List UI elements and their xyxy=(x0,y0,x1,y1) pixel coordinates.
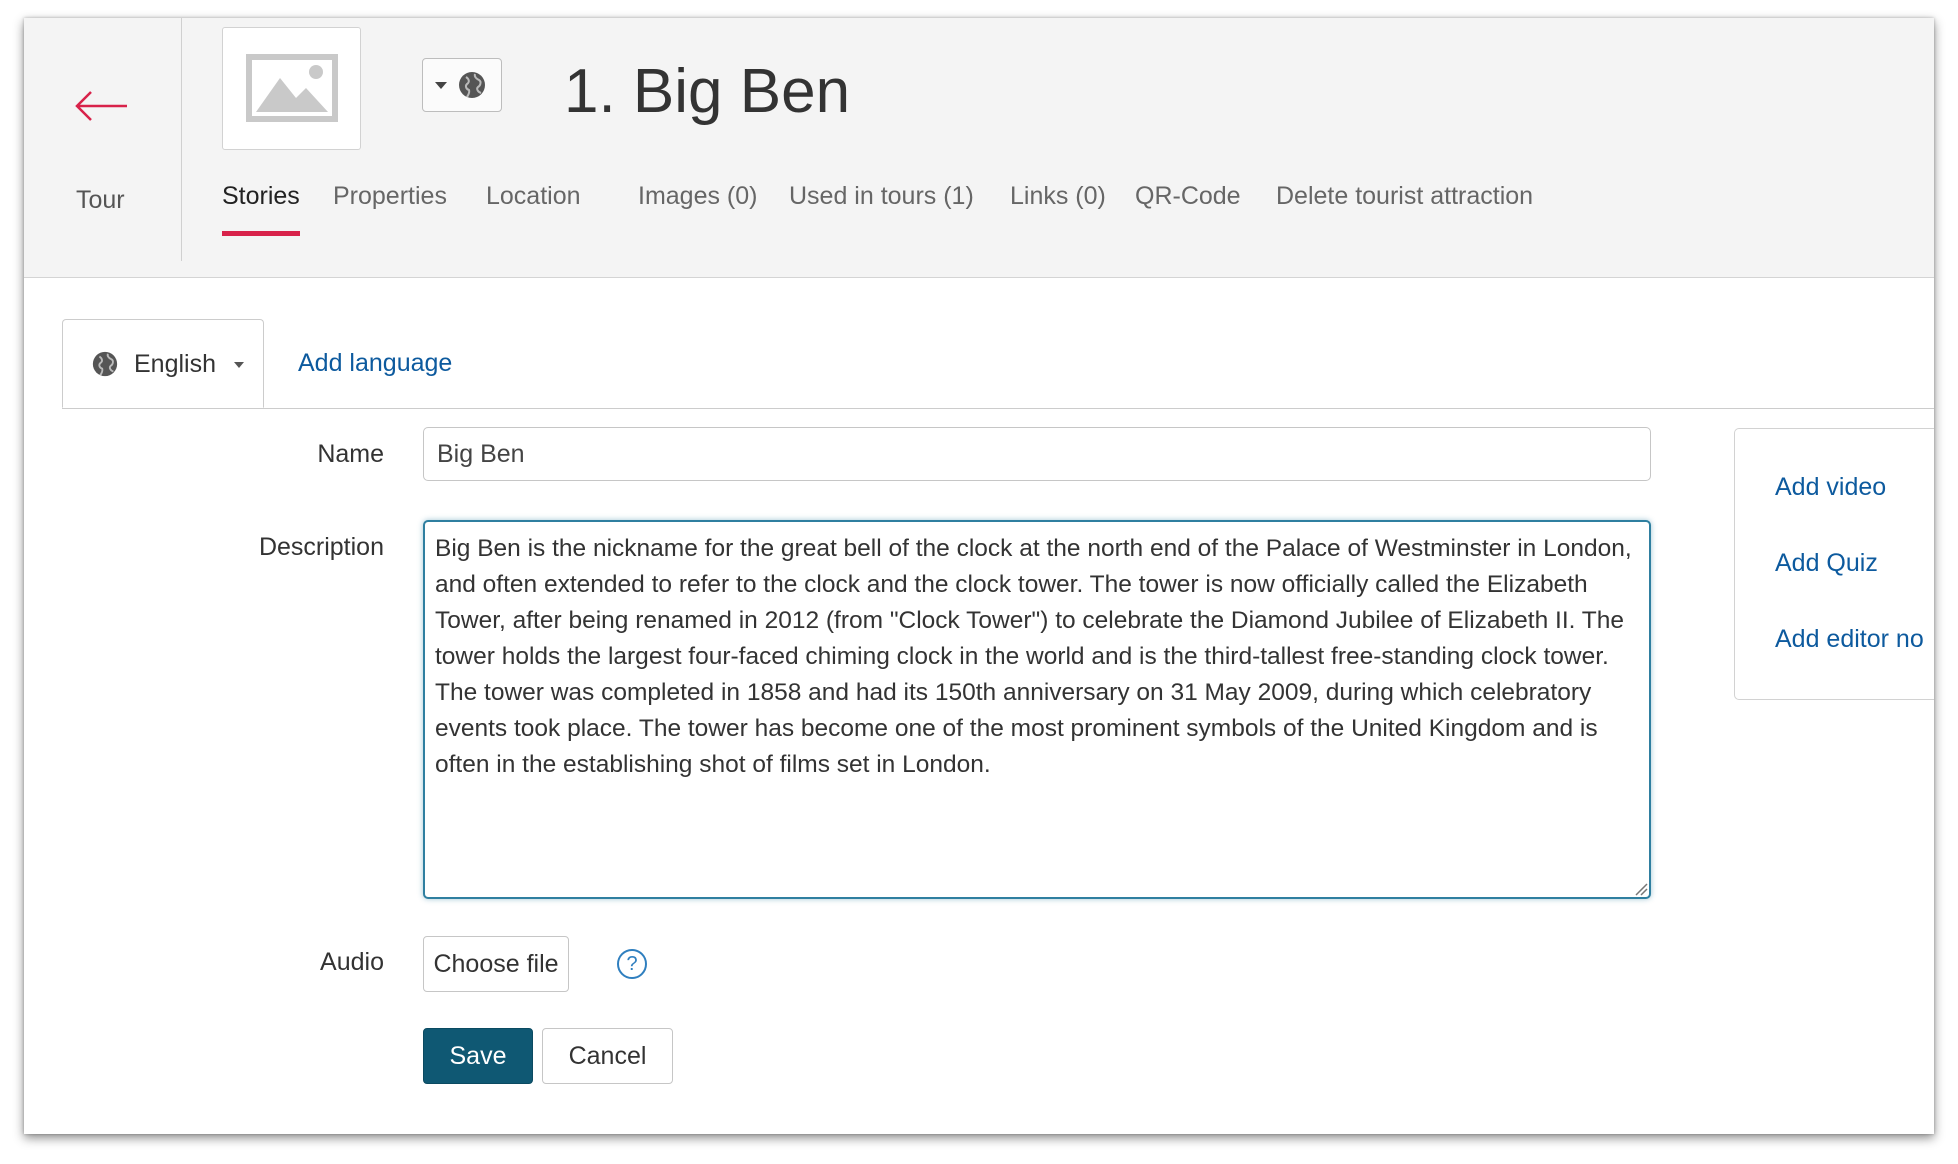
back-column: Tour xyxy=(24,18,182,261)
image-placeholder[interactable] xyxy=(222,27,361,150)
add-video-link[interactable]: Add video xyxy=(1775,473,1886,502)
tab-delete-attraction[interactable]: Delete tourist attraction xyxy=(1276,182,1533,231)
name-label: Name xyxy=(317,440,384,468)
tab-location[interactable]: Location xyxy=(486,182,581,231)
page-title: 1. Big Ben xyxy=(564,57,851,126)
tab-used-in-tours[interactable]: Used in tours (1) xyxy=(789,182,974,231)
caret-down-icon xyxy=(234,362,244,368)
back-arrow-icon[interactable] xyxy=(73,88,129,124)
tab-stories[interactable]: Stories xyxy=(222,182,300,236)
help-icon[interactable]: ? xyxy=(617,949,647,979)
choose-file-button[interactable]: Choose file xyxy=(423,936,569,992)
media-side-panel: Add video Add Quiz Add editor no xyxy=(1734,428,1934,700)
back-label[interactable]: Tour xyxy=(76,186,125,215)
caret-down-icon xyxy=(435,82,447,89)
language-label: English xyxy=(134,350,216,378)
audio-label: Audio xyxy=(320,948,384,976)
add-language-link[interactable]: Add language xyxy=(298,349,452,378)
language-selector[interactable]: English xyxy=(62,319,264,408)
app-window: Tour 1. Big Ben Stories Properties Locat… xyxy=(24,18,1934,1134)
resize-handle-icon[interactable] xyxy=(1634,882,1648,896)
tab-links[interactable]: Links (0) xyxy=(1010,182,1106,231)
add-quiz-link[interactable]: Add Quiz xyxy=(1775,549,1878,578)
description-textarea[interactable]: Big Ben is the nickname for the great be… xyxy=(423,520,1651,899)
description-label: Description xyxy=(258,533,384,561)
header: Tour 1. Big Ben Stories Properties Locat… xyxy=(24,18,1934,278)
save-button[interactable]: Save xyxy=(423,1028,533,1084)
globe-icon xyxy=(92,351,118,377)
language-bar: English Add language xyxy=(62,319,1934,409)
add-editor-note-link[interactable]: Add editor no xyxy=(1775,625,1924,654)
visibility-dropdown-button[interactable] xyxy=(422,58,502,112)
image-icon xyxy=(246,54,338,122)
tab-qr-code[interactable]: QR-Code xyxy=(1135,182,1241,231)
globe-icon xyxy=(459,72,485,98)
tab-properties[interactable]: Properties xyxy=(333,182,447,231)
name-input[interactable] xyxy=(423,427,1651,481)
tab-images[interactable]: Images (0) xyxy=(638,182,757,231)
cancel-button[interactable]: Cancel xyxy=(542,1028,673,1084)
